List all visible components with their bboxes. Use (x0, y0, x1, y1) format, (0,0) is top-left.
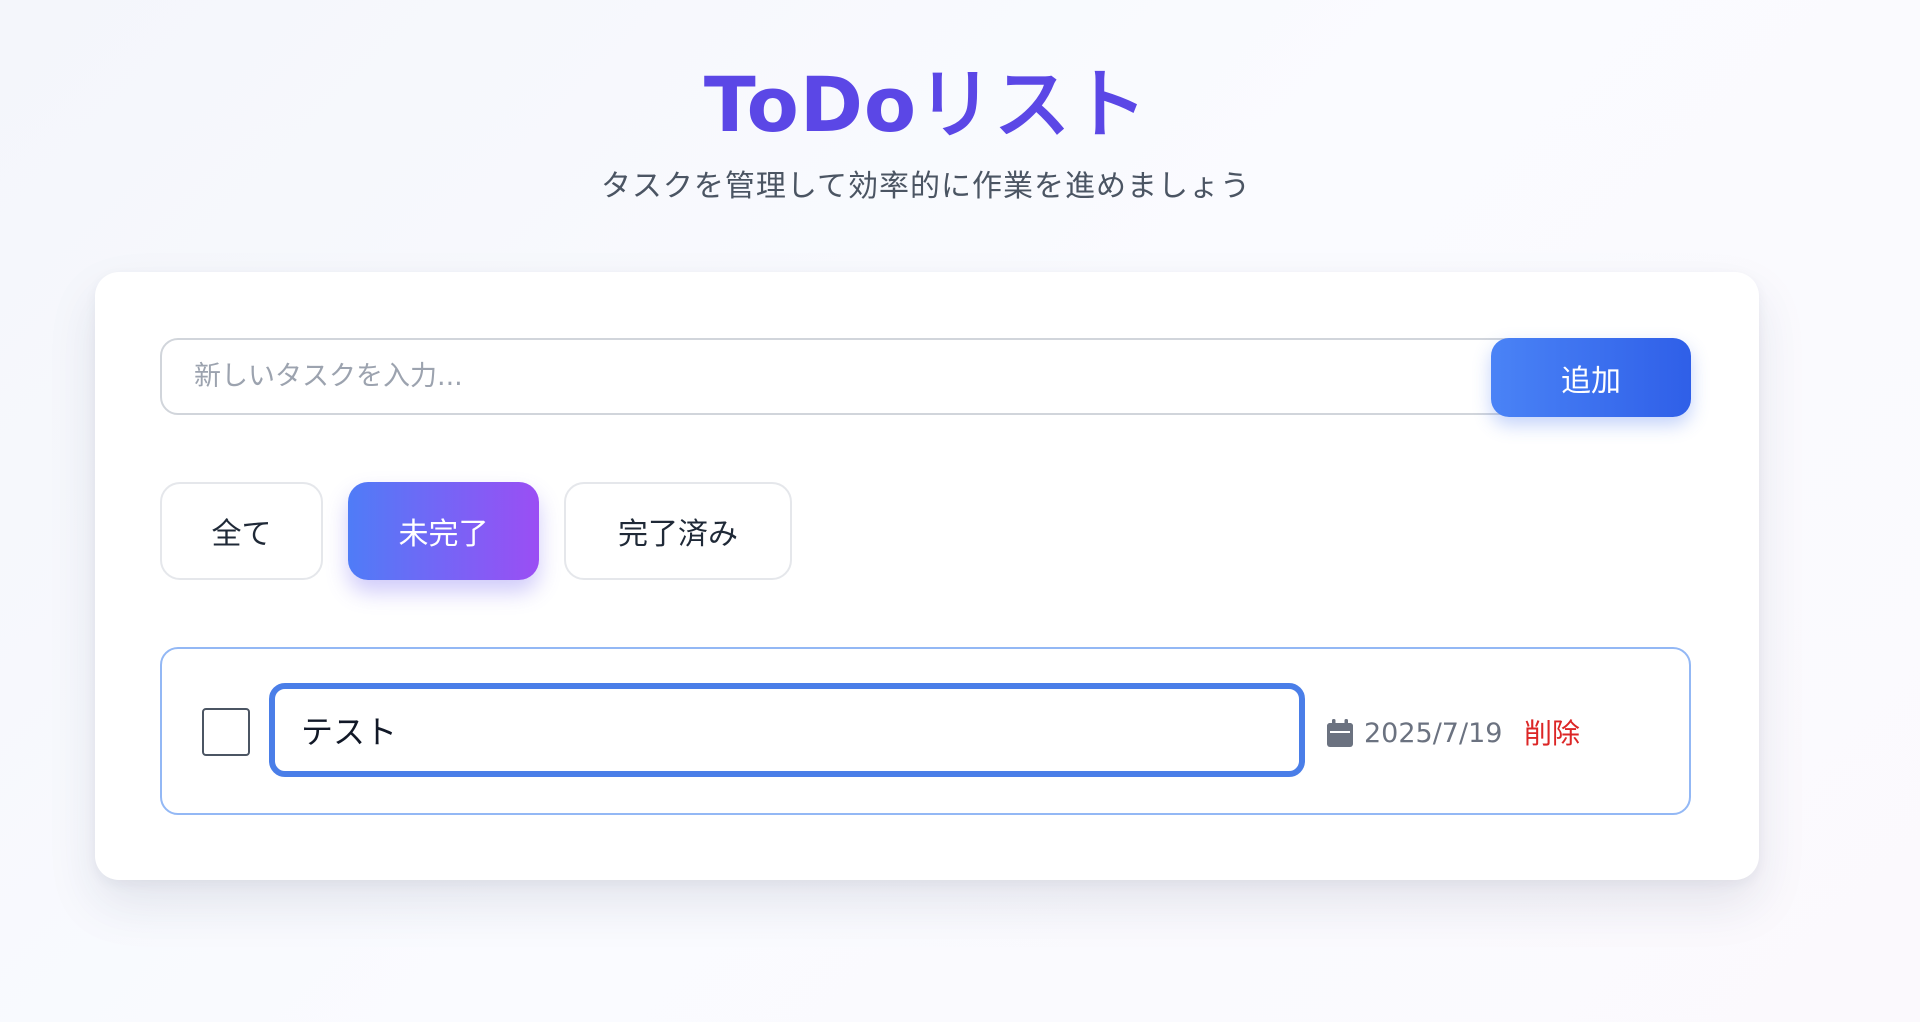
filter-active-button[interactable]: 未完了 (348, 482, 539, 580)
task-checkbox[interactable] (202, 708, 250, 756)
task-item: 2025/7/19 削除 (160, 647, 1691, 815)
add-task-button[interactable]: 追加 (1491, 338, 1691, 417)
todo-card: 追加 全て 未完了 完了済み 2025/7/19 削除 (95, 272, 1759, 880)
filter-completed-button[interactable]: 完了済み (564, 482, 792, 580)
page-title: ToDoリスト (703, 60, 1149, 149)
delete-task-button[interactable]: 削除 (1482, 704, 1622, 760)
task-date: 2025/7/19 (1326, 713, 1502, 753)
calendar-icon (1326, 718, 1354, 748)
filter-all-button[interactable]: 全て (160, 482, 323, 580)
page-header: ToDoリスト タスクを管理して効率的に作業を進めましょう (0, 55, 1852, 207)
task-edit-input[interactable] (269, 683, 1305, 777)
new-task-input[interactable] (160, 338, 1554, 415)
page-subtitle: タスクを管理して効率的に作業を進めましょう (600, 169, 1252, 204)
